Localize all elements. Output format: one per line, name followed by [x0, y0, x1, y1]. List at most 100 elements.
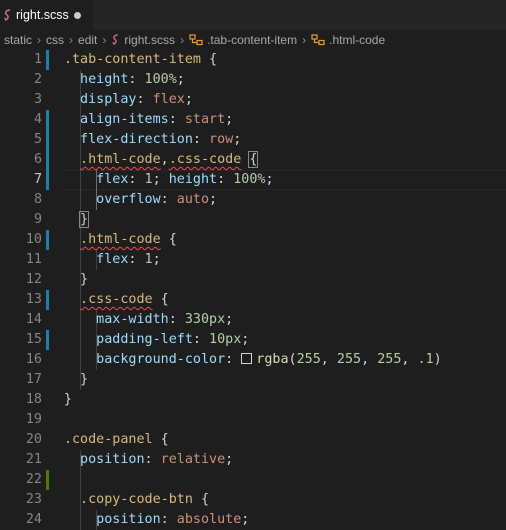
line-number: 10	[25, 232, 42, 247]
code-token: 1	[144, 172, 153, 187]
code-line[interactable]: 3 display: flex;	[0, 90, 506, 110]
code-token: :	[160, 512, 177, 527]
line-number: 21	[25, 452, 42, 467]
code-token: ;	[241, 512, 250, 527]
code-line[interactable]: 6 .html-code,.css-code {	[0, 150, 506, 170]
code-line[interactable]: 7 flex: 1; height: 100%;	[0, 170, 506, 190]
code-line[interactable]: 23 .copy-code-btn {	[0, 490, 506, 510]
breadcrumb-label: edit	[78, 32, 98, 47]
line-number: 23	[25, 492, 42, 507]
breadcrumb-item[interactable]: css	[46, 33, 64, 47]
unsaved-dot-icon[interactable]	[74, 12, 81, 19]
code-token: ;	[184, 92, 193, 107]
code-token: 255	[336, 352, 362, 367]
line-number: 9	[33, 212, 42, 227]
code-token: )	[433, 352, 442, 367]
code-line[interactable]: 18 }	[0, 390, 506, 410]
code-editor[interactable]: 1 .tab-content-item {2 height: 100%; 3 di…	[0, 49, 506, 530]
line-number: 22	[25, 472, 42, 487]
code-token: {	[192, 492, 210, 507]
code-text: background-color: rgba(255, 255, 255, .1…	[48, 350, 442, 370]
code-text: max-width: 330px;	[48, 310, 233, 330]
sass-file-icon	[3, 9, 13, 21]
code-token: flex	[152, 92, 185, 107]
code-line[interactable]: 14 max-width: 330px;	[0, 310, 506, 330]
code-text: .html-code,.css-code {	[48, 150, 259, 170]
chevron-right-icon: ›	[69, 32, 74, 47]
code-line[interactable]: 16 background-color: rgba(255, 255, 255,…	[0, 350, 506, 370]
code-token: display	[80, 92, 137, 107]
breadcrumb-item[interactable]: static	[4, 33, 32, 47]
breadcrumb-item[interactable]: edit	[78, 33, 97, 47]
code-token: ;	[265, 172, 274, 187]
code-line[interactable]: 10 .html-code {	[0, 230, 506, 250]
breadcrumb-label: .html-code	[329, 32, 386, 47]
gutter-added-indicator[interactable]	[46, 470, 49, 490]
code-token: flex	[96, 172, 129, 187]
breadcrumb-item[interactable]: .html-code	[311, 33, 385, 47]
code-text: padding-left: 10px;	[48, 330, 249, 350]
code-line[interactable]: 4 align-items: start;	[0, 110, 506, 130]
code-token: .1	[417, 352, 434, 367]
code-line[interactable]: 2 height: 100%;	[0, 70, 506, 90]
code-token: flex-direction	[80, 132, 193, 147]
breadcrumb-label: static	[4, 32, 33, 47]
code-token: .html-code	[80, 232, 161, 247]
code-token: padding-left	[96, 332, 193, 347]
code-token: align-items	[80, 112, 169, 127]
code-line[interactable]: 13 .css-code {	[0, 290, 506, 310]
chevron-right-icon: ›	[180, 32, 185, 47]
code-line[interactable]: 5 flex-direction: row;	[0, 130, 506, 150]
code-line[interactable]: 21 position: relative;	[0, 450, 506, 470]
code-token: 255	[296, 352, 321, 367]
code-token: ,	[320, 352, 337, 367]
breadcrumb: static › css › edit › right.scss › .tab-content-…	[0, 30, 506, 49]
code-line[interactable]: 8 overflow: auto;	[0, 190, 506, 210]
code-token: position	[96, 512, 161, 527]
chevron-right-icon: ›	[302, 32, 307, 47]
code-line[interactable]: 9 }	[0, 210, 506, 230]
code-token: {	[152, 292, 169, 307]
code-token: }	[79, 211, 90, 228]
line-number: 19	[25, 412, 42, 427]
line-number: 5	[33, 132, 42, 147]
color-swatch-icon[interactable]	[241, 353, 253, 364]
code-token: {	[160, 232, 177, 247]
code-line[interactable]: 19	[0, 410, 506, 430]
code-token: ;	[152, 252, 161, 267]
breadcrumb-item[interactable]: .tab-content-item	[189, 33, 297, 47]
code-token: .css-code	[168, 152, 242, 167]
editor-tab[interactable]: right.scss	[0, 0, 93, 30]
line-number: 2	[33, 72, 42, 87]
code-line[interactable]: 24 position: absolute;	[0, 510, 506, 530]
code-line[interactable]: 11 flex: 1;	[0, 250, 506, 270]
code-line[interactable]: 22	[0, 470, 506, 490]
code-line[interactable]: 1 .tab-content-item {	[0, 50, 506, 70]
code-token: 100%	[144, 72, 177, 87]
code-token: ;	[225, 452, 234, 467]
code-token: absolute	[176, 512, 242, 527]
code-line[interactable]: 20 .code-panel {	[0, 430, 506, 450]
code-token: position	[80, 452, 145, 467]
code-text: .code-panel {	[48, 430, 169, 450]
code-token: ,	[160, 152, 169, 167]
code-line[interactable]: 12 }	[0, 270, 506, 290]
code-text: .html-code {	[48, 230, 177, 250]
code-line[interactable]: 15 padding-left: 10px;	[0, 330, 506, 350]
breadcrumb-item[interactable]: right.scss	[111, 33, 175, 47]
code-line[interactable]: 17 }	[0, 370, 506, 390]
code-token: (	[288, 352, 297, 367]
code-text: overflow: auto;	[48, 190, 217, 210]
code-token: ;	[209, 192, 218, 207]
code-token: flex	[96, 252, 129, 267]
code-token: {	[248, 151, 259, 168]
sass-file-icon	[111, 34, 120, 45]
